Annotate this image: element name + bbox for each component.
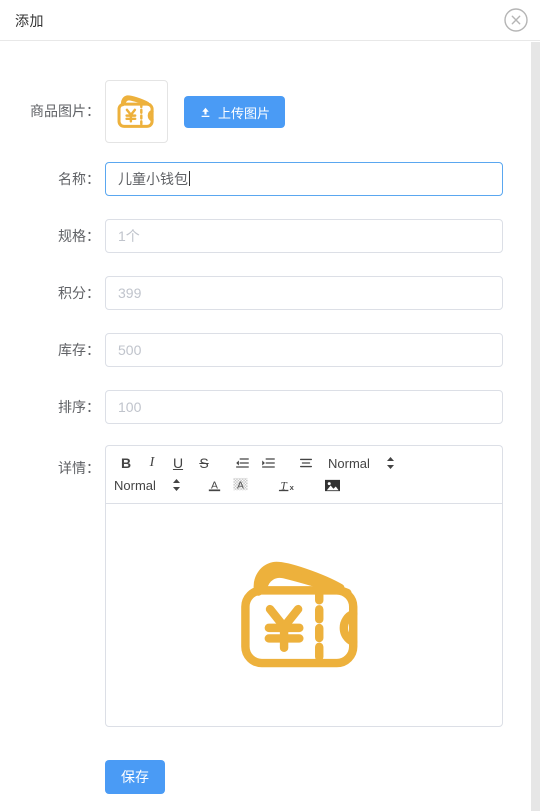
size-picker-value: Normal — [114, 477, 156, 493]
stock-label: 库存： — [58, 342, 100, 358]
points-label: 积分： — [58, 285, 100, 301]
detail-label: 详情： — [58, 460, 100, 476]
rich-text-editor: B I U S Normal Normal A A T x — [105, 445, 503, 727]
editor-content-area[interactable] — [105, 503, 503, 727]
points-input[interactable]: 399 — [105, 276, 503, 310]
indent-icon[interactable] — [256, 452, 280, 474]
page-title: 添加 — [15, 13, 44, 29]
vertical-scrollbar[interactable] — [531, 42, 540, 811]
svg-text:A: A — [237, 480, 244, 491]
name-label: 名称： — [58, 171, 100, 187]
chevron-updown-icon — [386, 455, 395, 472]
background-color-icon[interactable]: A — [229, 474, 253, 496]
close-icon[interactable] — [503, 7, 529, 33]
outdent-icon[interactable] — [230, 452, 254, 474]
svg-text:x: x — [290, 483, 295, 492]
upload-icon — [201, 107, 210, 117]
product-image-label: 商品图片： — [30, 103, 100, 119]
underline-icon[interactable]: U — [166, 452, 190, 474]
form-row-points: 积分： 399 — [0, 276, 531, 310]
product-image-row: 商品图片： 上传图片 — [0, 80, 531, 143]
upload-image-button-label: 上传图片 — [218, 105, 271, 121]
name-input-value: 儿童小钱包 — [118, 171, 188, 187]
font-color-icon[interactable]: A — [203, 474, 227, 496]
bold-icon[interactable]: B — [114, 452, 138, 474]
save-button[interactable]: 保存 — [105, 760, 165, 794]
clear-format-icon[interactable]: T x — [275, 474, 299, 496]
product-image-thumbnail[interactable] — [105, 80, 168, 143]
editor-toolbar: B I U S Normal Normal A A T x — [105, 445, 503, 503]
strikethrough-icon[interactable]: S — [192, 452, 216, 474]
editor-toolbar-row-1: B I U S Normal — [114, 452, 494, 474]
insert-image-icon[interactable] — [321, 474, 345, 496]
italic-icon[interactable]: I — [140, 452, 164, 474]
spec-label: 规格： — [58, 228, 100, 244]
align-icon[interactable] — [294, 452, 318, 474]
editor-toolbar-row-2: Normal A A T x — [114, 474, 494, 496]
spec-input[interactable]: 1个 — [105, 219, 503, 253]
wallet-yen-icon-large — [241, 561, 358, 668]
sort-label: 排序： — [58, 399, 100, 415]
header-picker[interactable]: Normal — [328, 452, 395, 474]
form-row-spec: 规格： 1个 — [0, 219, 531, 253]
add-product-dialog: 添加 商品图片： 上传图片 名称： 儿童小钱包 规格： 1个 积分： 399 库… — [0, 0, 540, 811]
form-row-stock: 库存： 500 — [0, 333, 531, 367]
stock-input[interactable]: 500 — [105, 333, 503, 367]
chevron-updown-icon-2 — [172, 477, 181, 494]
header-picker-value: Normal — [328, 455, 370, 471]
dialog-body: 商品图片： 上传图片 名称： 儿童小钱包 规格： 1个 积分： 399 库存： … — [0, 42, 531, 811]
name-input[interactable]: 儿童小钱包 — [105, 162, 503, 196]
sort-input[interactable]: 100 — [105, 390, 503, 424]
upload-image-button[interactable]: 上传图片 — [184, 96, 286, 128]
dialog-header: 添加 — [0, 0, 540, 41]
size-picker[interactable]: Normal — [114, 474, 181, 496]
form-row-name: 名称： 儿童小钱包 — [0, 162, 531, 196]
wallet-yen-icon — [117, 94, 154, 128]
form-row-sort: 排序： 100 — [0, 390, 531, 424]
text-caret — [189, 171, 190, 186]
